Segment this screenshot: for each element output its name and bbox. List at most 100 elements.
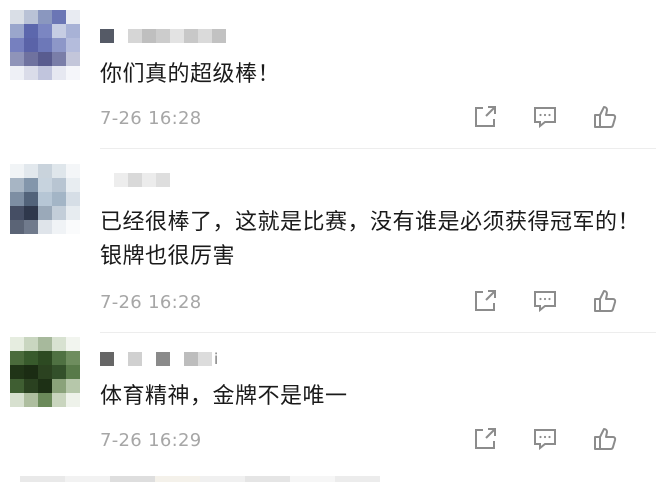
avatar-pixel [24,38,38,52]
avatar-pixel [24,220,38,234]
reply-button[interactable] [530,104,560,134]
avatar[interactable] [10,337,80,407]
avatar-pixel [66,337,80,351]
comment-icon [532,104,558,134]
avatar-pixel [38,178,52,192]
avatar-pixel [66,393,80,407]
avatar-pixel [66,379,80,393]
username-pixel [142,173,156,187]
avatar-pixel [52,192,66,206]
avatar-pixel [38,164,52,178]
avatar[interactable] [10,10,80,80]
avatar-pixel [24,206,38,220]
avatar-pixel [52,52,66,66]
avatar-pixel [52,365,66,379]
avatar-pixel [52,164,66,178]
username-pixel [114,173,128,187]
share-icon [472,288,498,318]
avatar-pixel [38,192,52,206]
username-pixel [142,29,156,43]
username-pixel [170,173,184,187]
avatar-pixel [10,52,24,66]
username-pixel [170,29,184,43]
share-button[interactable] [470,104,500,134]
comment-actions [470,426,620,456]
avatar-pixel [66,52,80,66]
peek-pixel [65,476,110,482]
comment-text: 体育精神，金牌不是唯一 [100,384,348,409]
avatar-pixel [52,393,66,407]
peek-pixel [20,476,65,482]
avatar-pixel [24,192,38,206]
reply-button[interactable] [530,288,560,318]
comment-text: 已经很棒了，这就是比赛，没有谁是必须获得冠军的！银牌也很厉害 [100,210,641,269]
avatar-pixel [10,337,24,351]
avatar-pixel [38,24,52,38]
avatar-pixel [10,393,24,407]
peek-pixel [200,476,245,482]
username-blurred[interactable]: i [100,352,218,367]
peek-pixel [245,476,290,482]
avatar-pixel [52,206,66,220]
avatar-pixel [24,24,38,38]
username-pixel [156,352,170,366]
avatar-pixel [10,351,24,365]
avatar-pixel [52,66,66,80]
username-pixel [128,173,142,187]
username-blurred[interactable] [100,173,184,187]
share-button[interactable] [470,426,500,456]
avatar-pixel [38,379,52,393]
avatar-pixel [52,24,66,38]
avatar-pixel [38,393,52,407]
avatar-pixel [24,52,38,66]
reply-button[interactable] [530,426,560,456]
avatar-pixel [66,192,80,206]
username-pixel [114,29,128,43]
username-pixel [156,173,170,187]
avatar-pixel [38,206,52,220]
comment-time: 7-26 16:28 [100,292,202,313]
avatar-pixel [10,66,24,80]
username-pixel [212,29,226,43]
avatar-pixel [52,38,66,52]
avatar-pixel [10,192,24,206]
avatar-pixel [66,220,80,234]
avatar-pixel [10,365,24,379]
like-button[interactable] [590,288,620,318]
avatar-pixel [10,38,24,52]
avatar-pixel [10,164,24,178]
like-icon [592,426,618,456]
avatar-pixel [66,206,80,220]
avatar-pixel [24,66,38,80]
avatar-pixel [24,393,38,407]
avatar-pixel [52,351,66,365]
avatar-pixel [66,351,80,365]
avatar-pixel [24,178,38,192]
avatar-pixel [66,24,80,38]
avatar-pixel [38,365,52,379]
like-button[interactable] [590,104,620,134]
comment-actions [470,288,620,318]
divider [100,332,656,333]
username-pixel [100,173,114,187]
avatar-pixel [24,164,38,178]
avatar-pixel [38,66,52,80]
avatar-pixel [52,220,66,234]
avatar-pixel [38,38,52,52]
username-blurred[interactable] [100,29,226,43]
avatar-pixel [66,10,80,24]
share-button[interactable] [470,288,500,318]
username-pixel [114,352,128,366]
like-icon [592,288,618,318]
peek-pixel [110,476,155,482]
username-pixel [184,352,198,366]
like-button[interactable] [590,426,620,456]
like-icon [592,104,618,134]
peek-pixel [335,476,380,482]
comment-actions [470,104,620,134]
avatar[interactable] [10,164,80,234]
avatar-pixel [24,365,38,379]
comment-icon [532,288,558,318]
username-pixel [128,352,142,366]
username-pixel [100,352,114,366]
